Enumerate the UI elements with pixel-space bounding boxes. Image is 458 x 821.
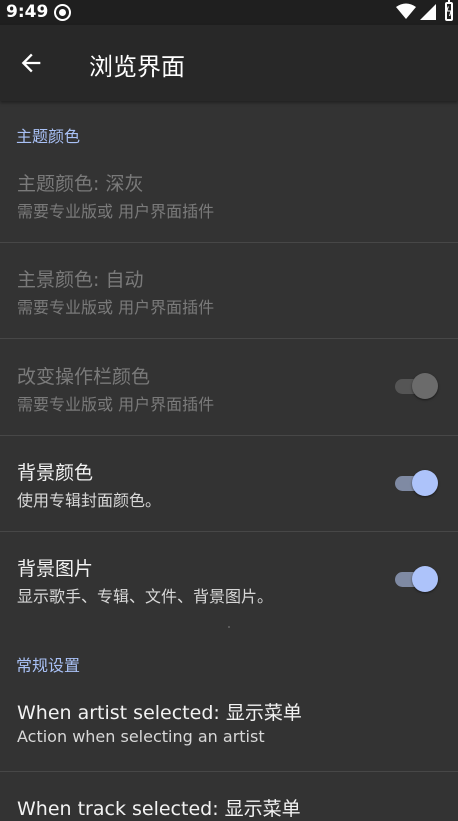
setting-primary-color[interactable]: 主景颜色: 自动 需要专业版或 用户界面插件 [0, 243, 458, 338]
setting-subtitle: 需要专业版或 用户界面插件 [17, 298, 215, 317]
setting-subtitle: 使用专辑封面颜色。 [17, 491, 162, 510]
wifi-icon [396, 3, 416, 19]
status-time: 9:49 [6, 2, 49, 22]
section-header-general: 常规设置 [16, 656, 81, 675]
setting-actionbar-color[interactable]: 改变操作栏颜色 需要专业版或 用户界面插件 [0, 339, 458, 435]
setting-title: 背景图片 [17, 558, 94, 580]
setting-subtitle: 需要专业版或 用户界面插件 [17, 395, 215, 414]
back-arrow-icon[interactable] [17, 49, 45, 77]
app-bar: 浏览界面 [0, 25, 458, 101]
setting-title: 背景颜色 [17, 462, 94, 484]
setting-subtitle: 需要专业版或 用户界面插件 [17, 202, 215, 221]
setting-subtitle: Action when selecting an artist [17, 727, 265, 746]
setting-background-image[interactable]: 背景图片 显示歌手、专辑、文件、背景图片。 [0, 532, 458, 627]
signal-icon [420, 4, 436, 20]
scroll-indicator-dot [228, 626, 230, 628]
toggle-thumb [412, 470, 438, 496]
page-title: 浏览界面 [89, 53, 185, 81]
section-header-theme: 主题颜色 [16, 127, 81, 146]
notification-app-icon [54, 4, 71, 21]
setting-title: 改变操作栏颜色 [17, 366, 151, 388]
background-image-toggle[interactable] [395, 565, 439, 593]
setting-title: When track selected: 显示菜单 [17, 798, 301, 820]
background-color-toggle[interactable] [395, 469, 439, 497]
actionbar-color-toggle[interactable] [395, 372, 439, 400]
setting-theme-color[interactable]: 主题颜色: 深灰 需要专业版或 用户界面插件 [0, 147, 458, 242]
setting-background-color[interactable]: 背景颜色 使用专辑封面颜色。 [0, 436, 458, 531]
setting-artist-selected[interactable]: When artist selected: 显示菜单 Action when s… [0, 676, 458, 771]
setting-track-selected[interactable]: When track selected: 显示菜单 [0, 772, 458, 820]
toggle-thumb [412, 566, 438, 592]
battery-icon: ϟ [445, 0, 453, 21]
status-bar: 9:49 ϟ [0, 0, 458, 25]
toggle-thumb [412, 373, 438, 399]
setting-title: When artist selected: 显示菜单 [17, 702, 302, 724]
setting-title: 主题颜色: 深灰 [17, 173, 144, 195]
setting-subtitle: 显示歌手、专辑、文件、背景图片。 [17, 587, 274, 606]
setting-title: 主景颜色: 自动 [17, 269, 144, 291]
